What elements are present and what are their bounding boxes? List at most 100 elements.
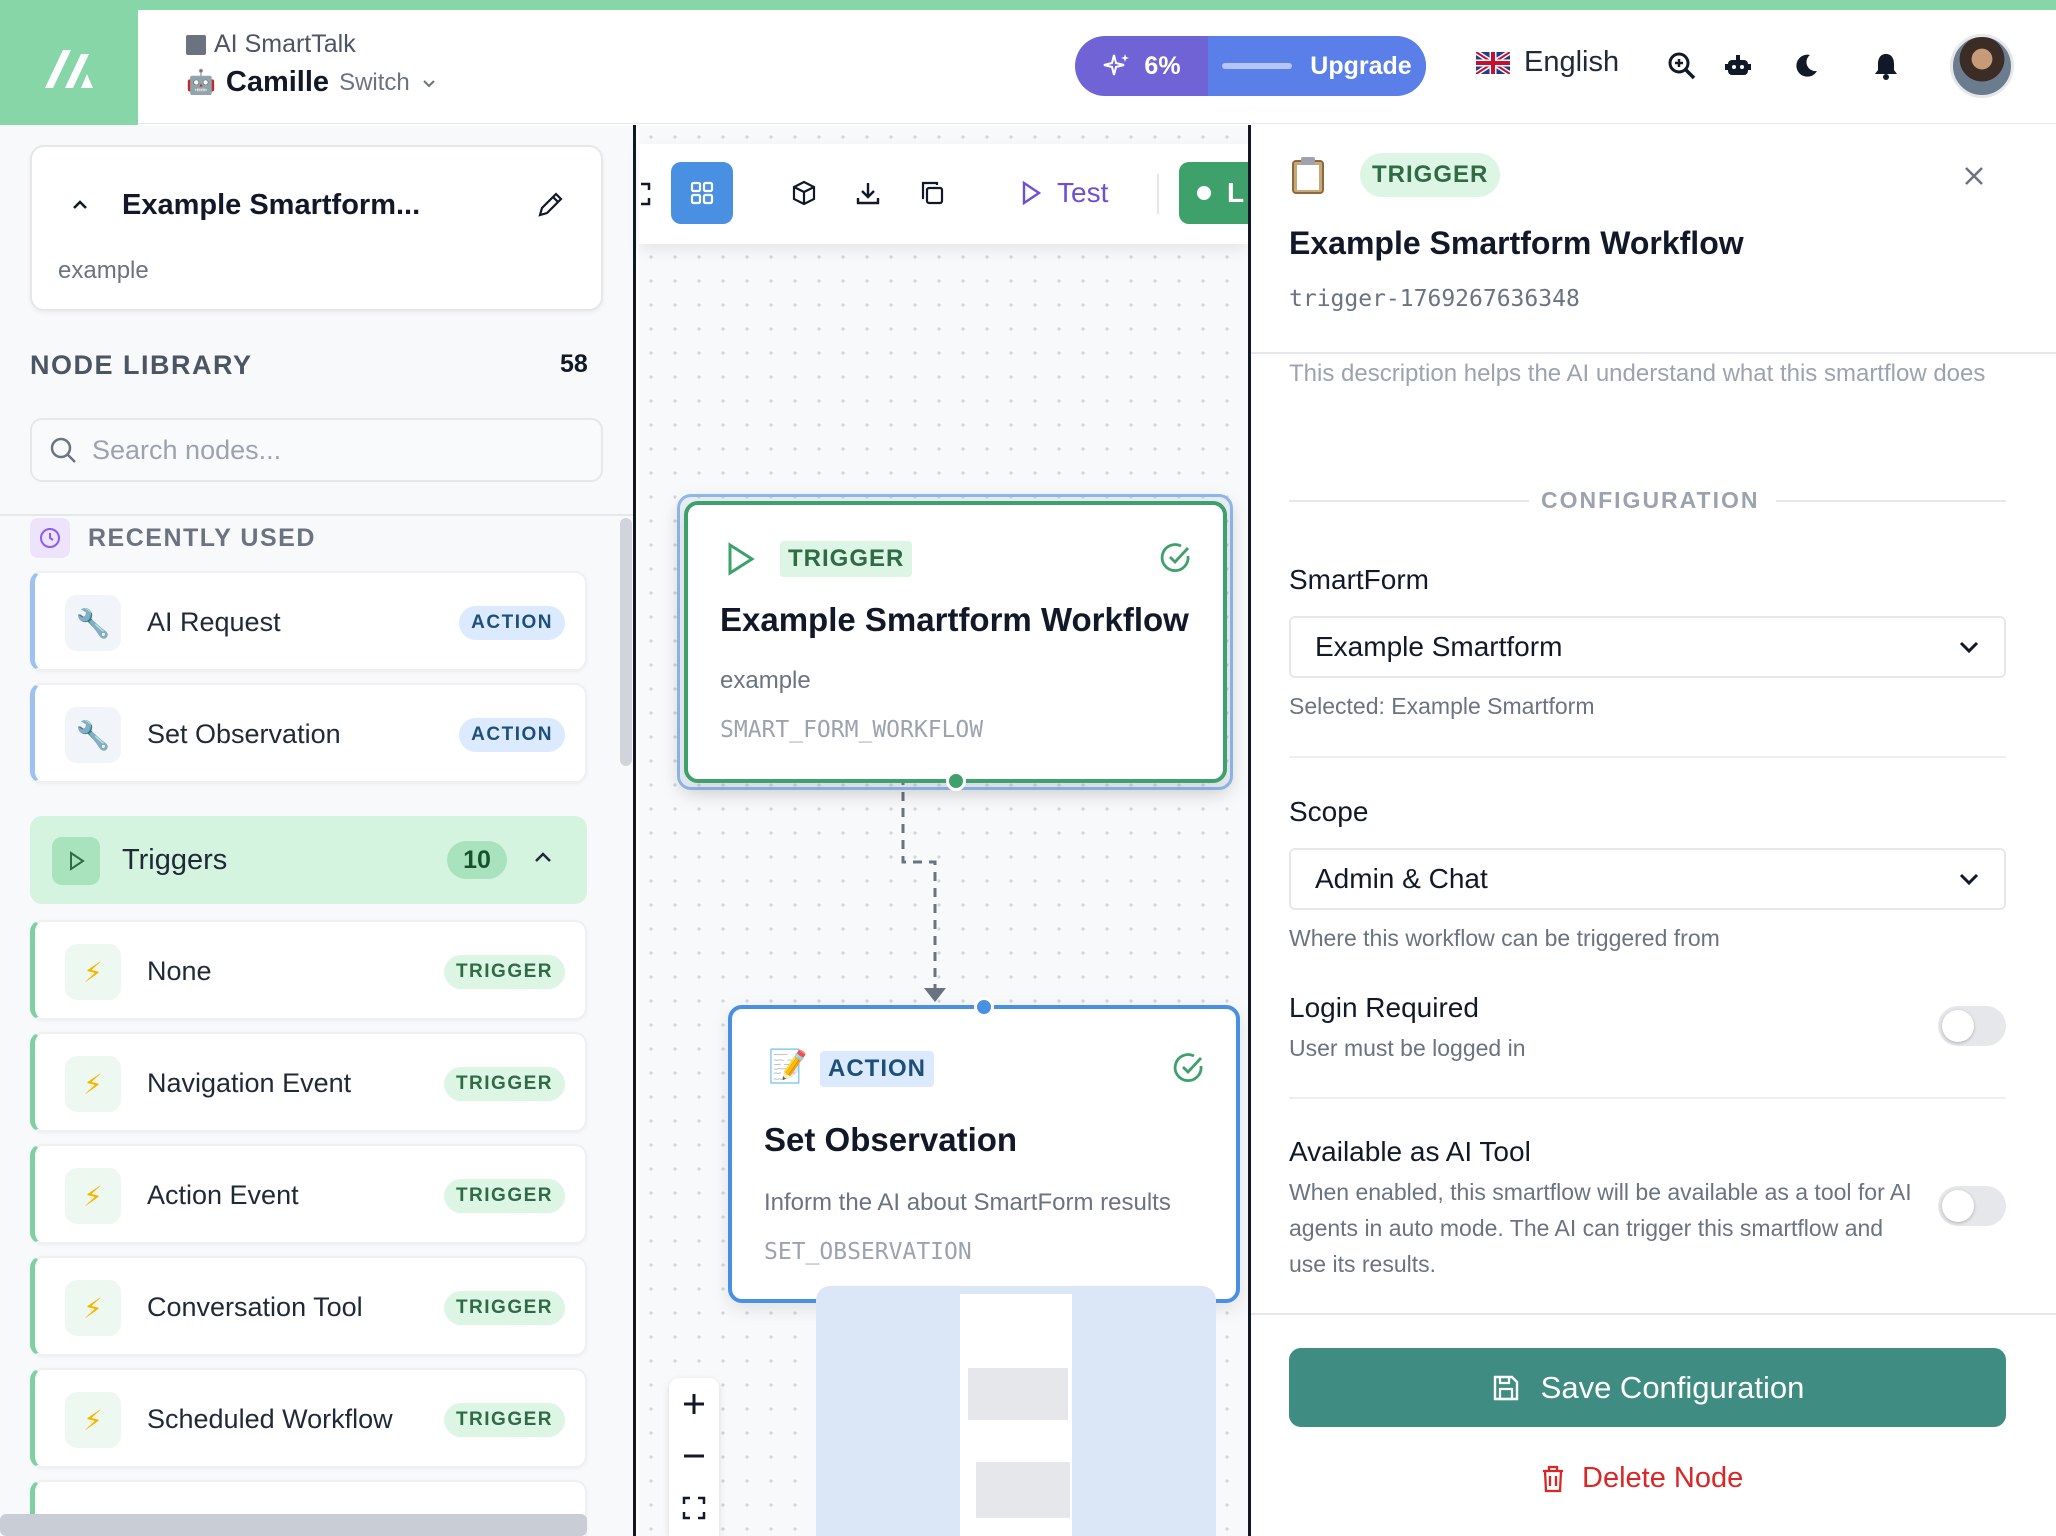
sidebar-item-set-observation[interactable]: 🔧 Set Observation ACTION [30, 683, 587, 783]
zoom-in-button[interactable] [669, 1380, 719, 1428]
search-input[interactable] [92, 434, 572, 466]
description-hint[interactable]: This description helps the AI understand… [1289, 356, 2009, 392]
minimap-node [968, 1368, 1068, 1420]
sidebar-item-navigation-event[interactable]: ⚡ Navigation Event TRIGGER [30, 1032, 587, 1132]
input-handle[interactable] [974, 997, 994, 1017]
launch-label: L [1227, 177, 1245, 208]
node-label: Navigation Event [147, 1068, 352, 1098]
node-search-box[interactable] [30, 418, 603, 482]
node-description: Inform the AI about SmartForm results [764, 1189, 1171, 1216]
sidebar-item-none[interactable]: ⚡ None TRIGGER [30, 920, 587, 1020]
node-label: Set Observation [147, 719, 341, 749]
output-handle[interactable] [946, 771, 966, 791]
play-icon [728, 542, 755, 576]
sidebar-scrollbar[interactable] [620, 518, 632, 766]
ai-tool-label: Available as AI Tool [1289, 1136, 1531, 1167]
node-type-badge: TRIGGER [443, 955, 565, 989]
sidebar-item-action-event[interactable]: ⚡ Action Event TRIGGER [30, 1144, 587, 1244]
workflow-title: Example Smartform... [122, 189, 421, 221]
node-title: Set Observation [764, 1121, 1018, 1158]
robot-icon [1725, 55, 1751, 75]
memo-icon: 📝 [768, 1048, 808, 1084]
section-divider [1289, 756, 2006, 758]
horizontal-scrollbar[interactable] [0, 1514, 587, 1536]
node-config-panel [1248, 125, 2056, 1536]
trash-icon [1543, 1465, 1563, 1492]
upgrade-pill[interactable]: 6% Upgrade [1075, 36, 1426, 96]
workflow-info-card: Example Smartform... example [30, 145, 603, 311]
bell-icon [1875, 54, 1897, 80]
expand-icon[interactable] [639, 180, 653, 208]
smartform-select[interactable]: Example Smartform [1289, 616, 2006, 678]
org-name-row: AI SmartTalk [186, 30, 356, 59]
lightning-icon: ⚡ [65, 1280, 121, 1336]
test-button[interactable]: Test [1019, 162, 1108, 224]
notifications-button[interactable] [1866, 46, 1906, 86]
layout-grid-button[interactable] [671, 162, 733, 224]
usage-progress-bar [1222, 63, 1293, 69]
test-label: Test [1057, 177, 1109, 208]
chevron-down-icon [1959, 641, 1979, 654]
sidebar-item-ai-request[interactable]: 🔧 AI Request ACTION [30, 571, 587, 671]
robot-button[interactable] [1718, 46, 1758, 86]
panel-footer-divider [1251, 1313, 2056, 1315]
triggers-category[interactable]: Triggers 10 [30, 816, 587, 904]
scope-value: Admin & Chat [1315, 863, 1488, 894]
node-type-badge: ACTION [820, 1051, 934, 1087]
panel-divider [1251, 352, 2056, 354]
play-icon [52, 837, 100, 885]
save-label: Save Configuration [1540, 1369, 1805, 1405]
login-required-help: User must be logged in [1289, 1035, 1526, 1061]
delete-node-button[interactable]: Delete Node [1540, 1462, 1743, 1495]
scope-help: Where this workflow can be triggered fro… [1289, 925, 1720, 951]
smartform-selected-text: Selected: Example Smartform [1289, 693, 1595, 719]
app-logo[interactable] [0, 10, 138, 126]
grid-icon [690, 181, 714, 205]
login-required-label: Login Required [1289, 992, 1479, 1023]
sparkles-icon [1104, 54, 1130, 76]
canvas-toolbar: Test L [639, 144, 1269, 244]
chevron-down-icon [1959, 873, 1979, 886]
package-button[interactable] [779, 162, 829, 224]
recently-used-header: RECENTLY USED [30, 518, 316, 558]
copy-icon [921, 181, 944, 205]
toggle-knob [1942, 1010, 1974, 1042]
clock-icon [30, 518, 70, 558]
fit-view-button[interactable] [669, 1484, 719, 1532]
zoom-out-button[interactable] [669, 1432, 719, 1480]
zoom-in-button[interactable] [1662, 46, 1702, 86]
plus-icon [684, 1394, 704, 1414]
recently-used-label: RECENTLY USED [88, 523, 316, 552]
close-icon[interactable] [1960, 162, 1988, 190]
scope-select[interactable]: Admin & Chat [1289, 848, 2006, 910]
avatar[interactable] [1950, 34, 2014, 98]
lightning-icon: ⚡ [65, 1056, 121, 1112]
trigger-node-card[interactable]: TRIGGER Example Smartform Workflow examp… [684, 501, 1227, 791]
robot-avatar-icon: 🤖 [186, 69, 216, 96]
duplicate-button[interactable] [907, 162, 957, 224]
node-label: Scheduled Workflow [147, 1404, 393, 1434]
ai-tool-toggle[interactable] [1938, 1186, 2006, 1226]
edit-pencil-icon[interactable] [534, 189, 566, 221]
node-id: trigger-1769267636348 [1289, 286, 1580, 312]
download-button[interactable] [843, 162, 893, 224]
clipboard-icon [1290, 155, 1326, 195]
save-icon [1493, 1375, 1518, 1400]
language-selector[interactable]: English [1476, 46, 1619, 79]
action-node-card[interactable]: 📝 ACTION Set Observation Inform the AI a… [728, 997, 1240, 1303]
login-required-toggle[interactable] [1938, 1006, 2006, 1046]
org-name: AI SmartTalk [214, 30, 356, 58]
sidebar-item-scheduled-workflow[interactable]: ⚡ Scheduled Workflow TRIGGER [30, 1368, 587, 1468]
node-label: None [147, 956, 212, 986]
canvas-minimap[interactable] [816, 1286, 1216, 1536]
zoom-in-icon [1668, 52, 1696, 80]
chevron-up-icon[interactable] [70, 197, 90, 211]
user-switcher[interactable]: 🤖 Camille Switch [186, 66, 438, 99]
upgrade-button[interactable]: Upgrade [1208, 36, 1426, 96]
check-circle-icon [1160, 543, 1190, 572]
language-label: English [1524, 46, 1620, 78]
sidebar-item-conversation-tool[interactable]: ⚡ Conversation Tool TRIGGER [30, 1256, 587, 1356]
node-kind-badge: TRIGGER [1360, 153, 1501, 197]
dark-mode-toggle[interactable] [1786, 46, 1826, 86]
save-configuration-button[interactable]: Save Configuration [1289, 1348, 2006, 1427]
